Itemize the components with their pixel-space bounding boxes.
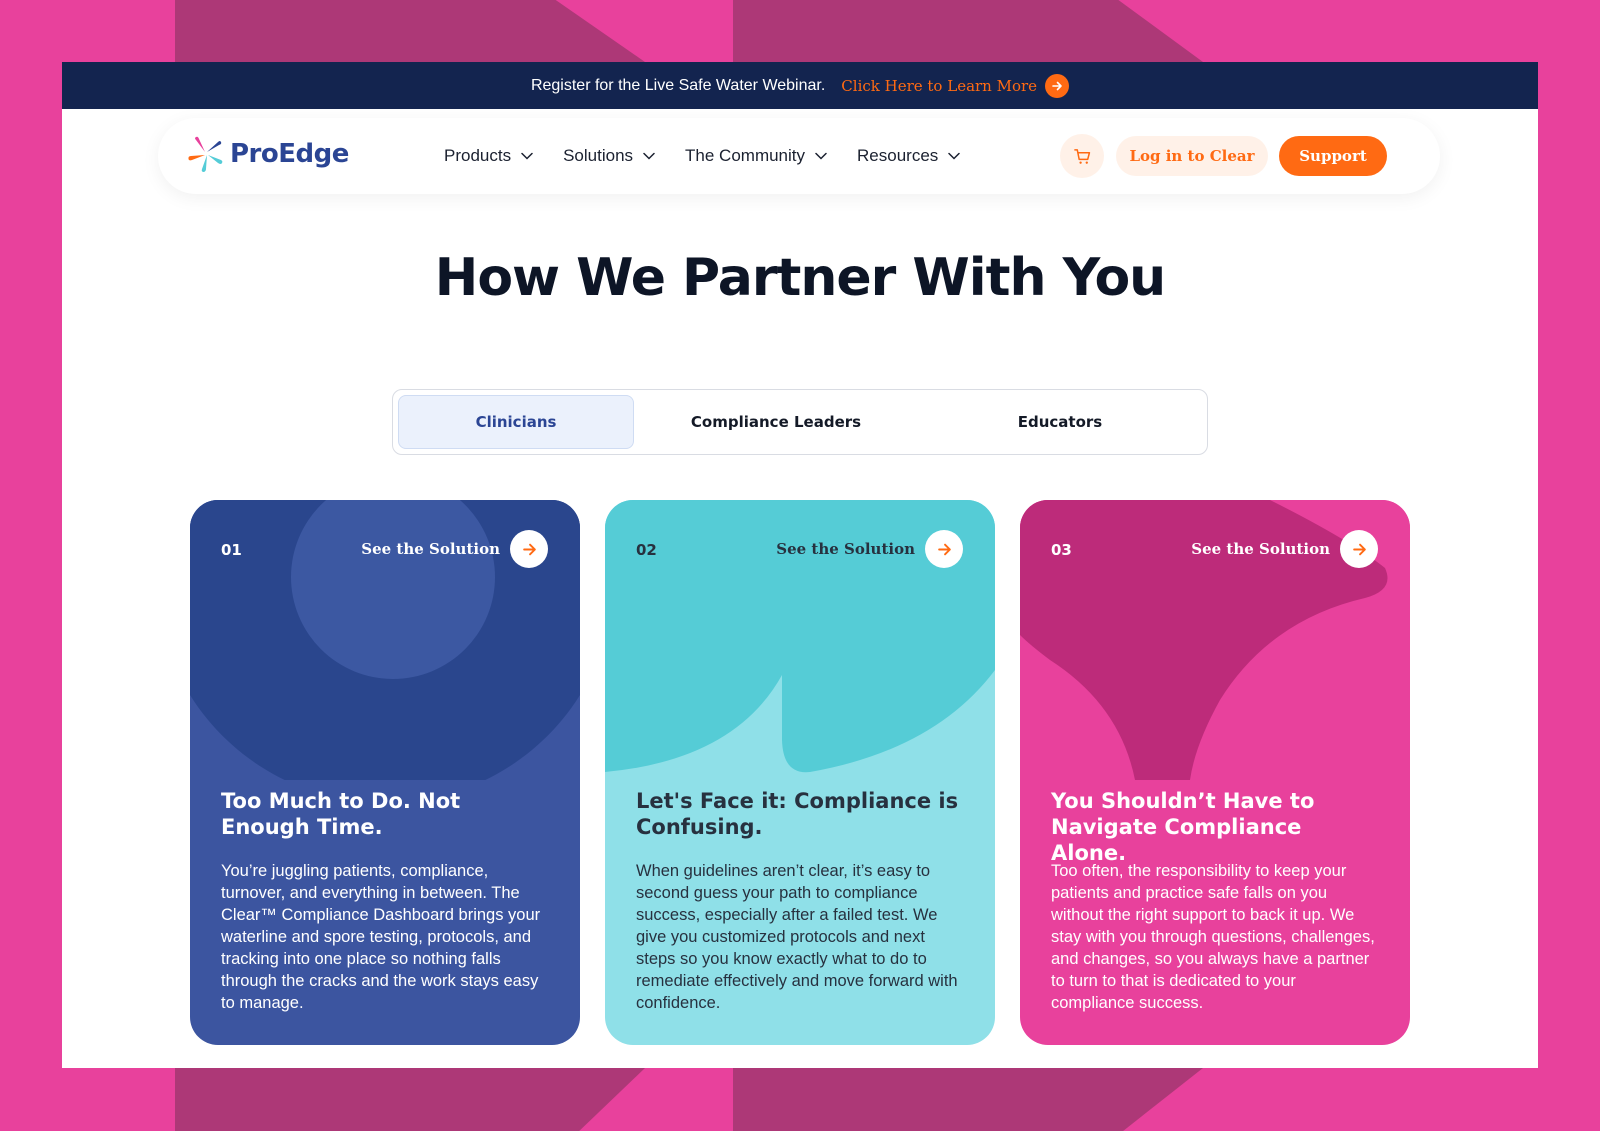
see-solution-label: See the Solution (776, 540, 915, 558)
learn-more-label: Click Here to Learn More (841, 76, 1038, 95)
chevron-down-icon (948, 152, 961, 160)
card-body: When guidelines aren’t clear, it’s easy … (636, 862, 958, 1012)
arrow-right-icon (1340, 530, 1378, 568)
card-title: Let's Face it: Compliance is Confusing. (636, 789, 959, 839)
card-number: 01 (221, 541, 242, 559)
support-button[interactable]: Support (1279, 136, 1387, 176)
arrow-right-icon (1045, 73, 1070, 98)
nav-item-label: Products (444, 146, 512, 165)
see-solution-link[interactable]: See the Solution (1191, 530, 1378, 568)
page-frame: Register for the Live Safe Water Webinar… (62, 62, 1538, 1068)
chevron-down-icon (521, 152, 533, 160)
section-heading: How We Partner With You (434, 248, 1166, 308)
chevron-down-icon (815, 152, 827, 160)
solution-card: 01 See the Solution Too Much to Do. Not … (190, 500, 580, 1045)
card-body: Too often, the responsibility to keep yo… (1051, 862, 1375, 1012)
background-shape (733, 1068, 1203, 1131)
card-number: 03 (1051, 541, 1072, 559)
background-shape (733, 0, 1203, 62)
nav-item-label: Resources (857, 146, 939, 165)
card-title: You Shouldn’t Have to Navigate Complianc… (1051, 789, 1315, 865)
nav-item-resources[interactable]: Resources (857, 146, 961, 166)
see-solution-link[interactable]: See the Solution (776, 530, 963, 568)
tab-compliance-leaders[interactable]: Compliance Leaders (634, 395, 918, 449)
nav-item-products[interactable]: Products (444, 146, 533, 166)
see-solution-label: See the Solution (361, 540, 500, 558)
card-body: You’re juggling patients, compliance, tu… (221, 862, 541, 1012)
main-nav: ProEdge Products Solutions The Community… (158, 118, 1440, 194)
learn-more-link[interactable]: Click Here to Learn More (841, 73, 1070, 98)
chevron-down-icon (643, 152, 655, 160)
nav-item-community[interactable]: The Community (685, 146, 827, 166)
background-shape (175, 1068, 645, 1131)
nav-menu: Products Solutions The Community Resourc… (444, 118, 961, 194)
solution-card: 03 See the Solution You Shouldn’t Have t… (1020, 500, 1410, 1045)
card-number: 02 (636, 541, 657, 559)
cart-button[interactable] (1060, 134, 1104, 178)
see-solution-label: See the Solution (1191, 540, 1330, 558)
nav-item-solutions[interactable]: Solutions (563, 146, 655, 166)
announcement-bar: Register for the Live Safe Water Webinar… (62, 62, 1538, 109)
see-solution-link[interactable]: See the Solution (361, 530, 548, 568)
nav-item-label: The Community (685, 146, 806, 165)
logo-text: ProEdge (230, 139, 349, 169)
card-title: Too Much to Do. Not Enough Time. (221, 789, 461, 839)
tab-clinicians[interactable]: Clinicians (398, 395, 634, 449)
login-button[interactable]: Log in to Clear (1116, 136, 1268, 176)
announcement-text: Register for the Live Safe Water Webinar… (530, 76, 826, 94)
card-grid: 01 See the Solution Too Much to Do. Not … (190, 500, 1410, 1045)
logo-mark-icon (188, 136, 224, 172)
arrow-right-icon (925, 530, 963, 568)
tab-educators[interactable]: Educators (918, 395, 1202, 449)
logo[interactable]: ProEdge (188, 136, 349, 172)
nav-item-label: Solutions (563, 146, 634, 165)
solution-card: 02 See the Solution Let's Face it: Compl… (605, 500, 995, 1045)
audience-tabs: Clinicians Compliance Leaders Educators (392, 389, 1208, 455)
arrow-right-icon (510, 530, 548, 568)
background-shape (175, 0, 645, 62)
cart-icon (1073, 148, 1090, 164)
